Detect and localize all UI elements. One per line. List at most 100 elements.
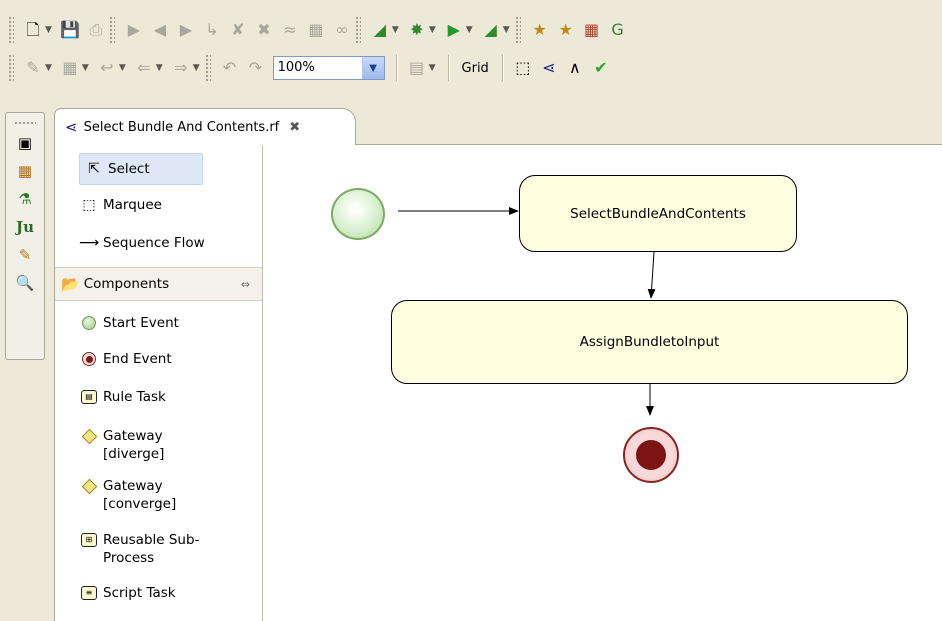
toolbar-separator [501, 55, 503, 81]
new-class-icon[interactable]: ▦ [581, 19, 603, 41]
side-trim-bar: ▣ ▦ ⚗ Ju ✎ 🔍 [5, 112, 45, 360]
brush-icon[interactable]: ✎ [13, 243, 37, 267]
palette-item-label: Reusable Sub- Process [103, 532, 200, 566]
diagram-canvas[interactable]: SelectBundleAndContents AssignBundletoIn… [264, 145, 942, 621]
link-icon[interactable]: ≈ [279, 19, 301, 41]
palette-item-label: Gateway [converge] [103, 478, 177, 512]
collapse-icon[interactable]: ⇔ [241, 278, 250, 291]
page-icon[interactable]: ▶ [123, 19, 145, 41]
palette-drawer-label: Components [83, 276, 170, 292]
palette-tool-sequence-flow[interactable]: ⟶ Sequence Flow [79, 234, 205, 252]
print-icon[interactable]: ⎙ [85, 19, 107, 41]
palette-tool-label: Sequence Flow [103, 235, 205, 251]
chevron-down-icon[interactable]: ▼ [361, 57, 384, 79]
sub-process-icon: ⊞ [79, 531, 99, 549]
close-icon[interactable]: ✖ [289, 120, 300, 135]
chevron-down-icon[interactable]: ▼ [193, 63, 200, 73]
chevron-down-icon[interactable]: ▼ [45, 63, 52, 73]
palette-item-label: End Event [103, 351, 172, 367]
palette: ⇱ Select ⬚ Marquee ⟶ Sequence Flow 📂 Com… [55, 145, 263, 621]
open-type-icon[interactable]: G [607, 19, 629, 41]
new-package-icon[interactable]: ★ [555, 19, 577, 41]
marquee-icon[interactable]: ⬚ [512, 57, 534, 79]
script-task-icon: ≡ [79, 584, 99, 602]
tree-icon[interactable]: ⚗ [13, 187, 37, 211]
chevron-down-icon[interactable]: ▼ [429, 63, 436, 73]
palette-item-end-event[interactable]: End Event [79, 350, 172, 368]
annotation-icon[interactable]: ✎ [22, 57, 44, 79]
run-config-icon[interactable]: ◢ [369, 19, 391, 41]
debug-bug-icon[interactable]: ✸ [406, 19, 428, 41]
end-event-node[interactable] [623, 427, 679, 483]
rule-task-node[interactable]: AssignBundletoInput [391, 300, 908, 384]
chevron-down-icon[interactable]: ▼ [82, 63, 89, 73]
back-arrow-icon[interactable]: ⇐ [133, 57, 155, 79]
restore-icon[interactable]: ▣ [13, 131, 37, 155]
editor-tab[interactable]: ⋖ Select Bundle And Contents.rf ✖ [54, 108, 356, 145]
palette-item-start-event[interactable]: Start Event [79, 314, 179, 332]
chevron-down-icon[interactable]: ▼ [466, 25, 473, 35]
arrow-right-icon: ⟶ [78, 235, 100, 251]
toolbar-grip[interactable] [8, 16, 14, 44]
chevron-down-icon[interactable]: ▼ [119, 63, 126, 73]
palette-item-label: Script Task [103, 585, 176, 601]
chevron-down-icon[interactable]: ▼ [392, 25, 399, 35]
palette-tool-marquee[interactable]: ⬚ Marquee [79, 196, 162, 214]
external-tools-icon[interactable]: ◢ [480, 19, 502, 41]
redo-icon[interactable]: ↷ [245, 57, 267, 79]
layout-icon[interactable]: ∧ [564, 57, 586, 79]
gateway-icon [79, 427, 99, 445]
palette-tool-label: Marquee [103, 197, 162, 213]
zoom-value[interactable]: 100% [274, 57, 362, 79]
toolbar-grip[interactable] [108, 16, 115, 44]
palette-drawer-components[interactable]: 📂 Components ⇔ [55, 267, 262, 301]
rule-task-node[interactable]: SelectBundleAndContents [519, 175, 797, 252]
folder-open-icon: 📂 [61, 275, 80, 293]
check-icon[interactable]: ✔ [590, 57, 612, 79]
sequence-flow-select-to-assign[interactable] [647, 251, 656, 299]
run-icon[interactable]: ▶ [443, 19, 465, 41]
disconnect-icon[interactable]: ✘ [227, 19, 249, 41]
align-icon[interactable]: ▤ [406, 57, 428, 79]
palette-item-reusable-sub-process[interactable]: ⊞ Reusable Sub- Process [79, 531, 199, 567]
last-edit-icon[interactable]: ↩ [96, 57, 118, 79]
step-into-icon[interactable]: ↳ [201, 19, 223, 41]
connection-icon[interactable]: ⋖ [538, 57, 560, 79]
toolbar-grip[interactable] [8, 54, 14, 82]
toolbar-grip[interactable] [354, 16, 361, 44]
step-forward-icon[interactable]: ▶ [175, 19, 197, 41]
palette-item-label: Gateway [diverge] [103, 428, 165, 462]
toolbar-grip[interactable] [514, 16, 521, 44]
chevron-down-icon[interactable]: ▼ [503, 25, 510, 35]
start-event-node[interactable] [331, 188, 385, 240]
chevron-down-icon[interactable]: ▼ [45, 25, 52, 35]
new-icon[interactable]: 🗋 [22, 19, 44, 41]
toolbar-grip[interactable] [204, 54, 211, 82]
undo-icon[interactable]: ↶ [219, 57, 241, 79]
terminate-icon[interactable]: ✖ [253, 19, 275, 41]
trim-grip[interactable] [14, 121, 36, 125]
history-icon[interactable]: ▦ [59, 57, 81, 79]
new-project-icon[interactable]: ★ [529, 19, 551, 41]
connect-icon[interactable]: ∞ [331, 19, 353, 41]
palette-tool-select[interactable]: ⇱ Select [79, 153, 203, 185]
palette-item-gateway-diverge[interactable]: Gateway [diverge] [79, 427, 164, 463]
gateway-icon [79, 477, 99, 495]
zoom-combo[interactable]: 100% ▼ [272, 56, 385, 80]
save-icon[interactable]: 💾 [59, 19, 81, 41]
palette-item-script-task[interactable]: ≡ Script Task [79, 584, 176, 602]
grid-button[interactable]: Grid [456, 56, 495, 80]
search-icon[interactable]: 🔍 [13, 271, 37, 295]
chevron-down-icon[interactable]: ▼ [429, 25, 436, 35]
palette-item-rule-task[interactable]: ▤ Rule Task [79, 388, 166, 406]
console-icon[interactable]: ▦ [305, 19, 327, 41]
chevron-down-icon[interactable]: ▼ [156, 63, 163, 73]
palette-item-label: Start Event [103, 315, 179, 331]
junit-icon[interactable]: Ju [13, 215, 37, 239]
step-back-icon[interactable]: ◀ [149, 19, 171, 41]
hierarchy-icon[interactable]: ▦ [13, 159, 37, 183]
forward-arrow-icon[interactable]: ⇒ [170, 57, 192, 79]
palette-item-gateway-converge[interactable]: Gateway [converge] [79, 477, 176, 513]
rule-task-icon: ▤ [79, 388, 99, 406]
marquee-icon: ⬚ [82, 197, 96, 213]
